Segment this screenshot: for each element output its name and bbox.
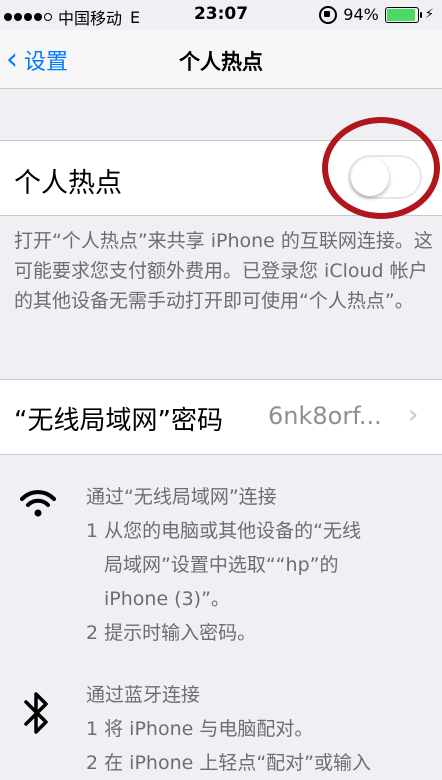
hotspot-toggle[interactable] [348, 155, 422, 199]
wifi-step-1b: 局域网”设置中选取““hp”的 [104, 554, 339, 576]
bluetooth-step-1: 1 将 iPhone 与电脑配对。 [86, 718, 314, 740]
battery-fill [386, 8, 415, 21]
toggle-knob [351, 158, 389, 196]
wifi-password-row[interactable]: “无线局域网”密码 6nk8orf... › [0, 379, 442, 455]
wifi-instructions-title: 通过“无线局域网”连接 [86, 486, 277, 508]
hotspot-label: 个人热点 [14, 168, 122, 199]
bluetooth-icon [22, 688, 52, 749]
charging-bolt-icon: ⚡ [424, 7, 434, 22]
status-bar: 中国移动 E 23:07 94% ⚡ [0, 0, 442, 30]
bluetooth-instructions: 通过蓝牙连接 1 将 iPhone 与电脑配对。 2 在 iPhone 上轻点“… [86, 678, 436, 780]
orientation-lock-icon [319, 5, 338, 24]
bluetooth-instructions-title: 通过蓝牙连接 [86, 684, 201, 706]
battery-percent: 94% [343, 5, 379, 24]
status-right: 94% ⚡ [319, 5, 434, 24]
wifi-step-2: 2 提示时输入密码。 [86, 622, 257, 644]
hotspot-description: 打开“个人热点”来共享 iPhone 的互联网连接。这可能要求您支付额外费用。已… [14, 230, 433, 312]
navigation-bar: ‹ 设置 个人热点 [0, 30, 442, 89]
chevron-right-icon: › [408, 400, 419, 430]
wifi-step-1a: 1 从您的电脑或其他设备的“无线 [86, 520, 361, 542]
wifi-password-label: “无线局域网”密码 [14, 406, 223, 436]
page-title: 个人热点 [179, 50, 263, 74]
wifi-step-1c: iPhone (3)”。 [104, 588, 230, 610]
wifi-instructions: 通过“无线局域网”连接 1 从您的电脑或其他设备的“无线 局域网”设置中选取““… [86, 480, 436, 650]
wifi-icon [20, 488, 56, 529]
wifi-password-value: 6nk8orf... [268, 402, 382, 430]
battery-icon [384, 6, 422, 23]
